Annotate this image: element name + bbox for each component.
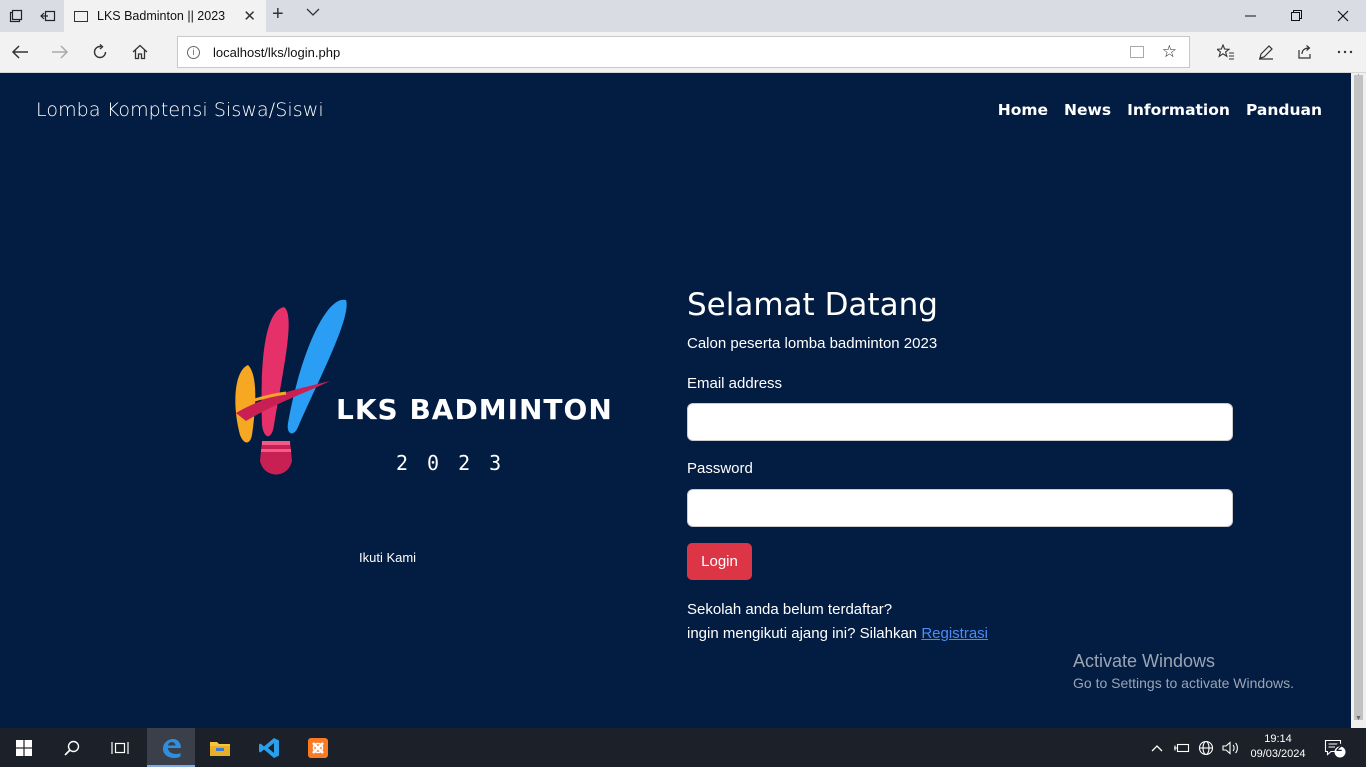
nav-news[interactable]: News — [1064, 101, 1111, 119]
windows-start-icon[interactable] — [0, 728, 48, 767]
logo-title: LKS BADMINTON — [336, 393, 613, 426]
vscode-icon[interactable] — [245, 728, 293, 767]
network-globe-icon[interactable] — [1198, 728, 1214, 767]
scrollbar-thumb[interactable] — [1354, 75, 1363, 720]
info-icon[interactable]: i — [187, 45, 200, 59]
page-icon — [74, 10, 88, 22]
watermark-line1: Activate Windows — [1073, 651, 1216, 671]
close-window-icon[interactable] — [1320, 0, 1366, 32]
task-view-icon[interactable] — [96, 728, 144, 767]
back-icon[interactable] — [7, 40, 33, 64]
address-bar[interactable]: i localhost/lks/login.php ☆ — [177, 36, 1190, 68]
notification-count: 2 — [1336, 742, 1343, 754]
login-subtitle: Calon peserta lomba badminton 2023 — [687, 335, 938, 352]
home-icon[interactable] — [127, 40, 153, 64]
email-label: Email address — [687, 375, 783, 392]
welcome-heading: Selamat Datang — [687, 287, 938, 323]
site-nav: Home News Information Panduan — [998, 101, 1322, 119]
set-tabs-aside-icon[interactable] — [35, 4, 61, 28]
follow-us-label: Ikuti Kami — [359, 550, 417, 565]
register-prompt-text: ingin mengikuti ajang ini? Silahkan — [687, 625, 918, 642]
minimize-icon[interactable] — [1228, 0, 1274, 32]
new-tab-icon[interactable]: + — [272, 3, 284, 26]
site-brand[interactable]: Lomba Komptensi Siswa/Siswi — [36, 99, 324, 121]
email-field[interactable] — [687, 403, 1233, 441]
scroll-down-icon[interactable]: ▼ — [1355, 715, 1362, 722]
clock-time: 19:14 — [1264, 733, 1292, 745]
web-page: Lomba Komptensi Siswa/Siswi Home News In… — [0, 73, 1351, 728]
share-icon[interactable] — [1292, 40, 1318, 64]
shuttlecock-icon — [235, 299, 347, 475]
edge-taskbar-icon[interactable] — [147, 728, 195, 767]
battery-plug-icon[interactable] — [1174, 728, 1190, 767]
tab-actions-icon[interactable] — [3, 4, 29, 28]
browser-toolbar: i localhost/lks/login.php ☆ — [0, 32, 1366, 73]
password-label: Password — [687, 460, 753, 477]
volume-icon[interactable] — [1222, 728, 1240, 767]
nav-information[interactable]: Information — [1127, 101, 1230, 119]
register-prompt-line1: Sekolah anda belum terdaftar? — [687, 601, 893, 618]
browser-tab[interactable]: LKS Badminton || 2023 ✕ — [64, 0, 266, 32]
nav-panduan[interactable]: Panduan — [1246, 101, 1322, 119]
favorites-icon[interactable] — [1213, 40, 1239, 64]
nav-home[interactable]: Home — [998, 101, 1048, 119]
show-hidden-icons-chevron-up-icon[interactable] — [1151, 728, 1163, 767]
register-link[interactable]: Registrasi — [921, 625, 988, 642]
file-explorer-icon[interactable] — [196, 728, 244, 767]
activate-windows-watermark: Activate Windows Go to Settings to activ… — [1073, 651, 1294, 691]
windows-taskbar: 19:14 09/03/2024 2 — [0, 728, 1366, 767]
pen-icon[interactable] — [1253, 40, 1279, 64]
browser-tab-bar: LKS Badminton || 2023 ✕ + — [0, 0, 1366, 32]
search-icon[interactable] — [48, 728, 96, 767]
register-prompt-line2: ingin mengikuti ajang ini? Silahkan Regi… — [687, 625, 988, 642]
close-tab-icon[interactable]: ✕ — [243, 7, 256, 25]
tab-title: LKS Badminton || 2023 — [97, 9, 226, 23]
forward-icon[interactable] — [47, 40, 73, 64]
logo-year: 2023 — [396, 451, 521, 475]
login-button[interactable]: Login — [687, 543, 752, 580]
refresh-icon[interactable] — [87, 40, 113, 64]
more-icon[interactable] — [1332, 40, 1358, 64]
url-text[interactable]: localhost/lks/login.php — [213, 45, 1130, 60]
chevron-down-icon[interactable] — [306, 6, 320, 20]
password-field[interactable] — [687, 489, 1233, 527]
favorite-star-icon[interactable]: ☆ — [1162, 42, 1177, 62]
action-center-icon[interactable]: 2 — [1324, 728, 1346, 767]
restore-icon[interactable] — [1274, 0, 1320, 32]
watermark-line2: Go to Settings to activate Windows. — [1073, 675, 1294, 691]
page-scrollbar[interactable]: ▲ ▼ — [1351, 73, 1366, 728]
taskbar-clock[interactable]: 19:14 09/03/2024 — [1246, 732, 1310, 762]
xampp-icon[interactable] — [294, 728, 342, 767]
clock-date: 09/03/2024 — [1250, 748, 1306, 760]
reading-view-icon[interactable] — [1129, 46, 1144, 58]
